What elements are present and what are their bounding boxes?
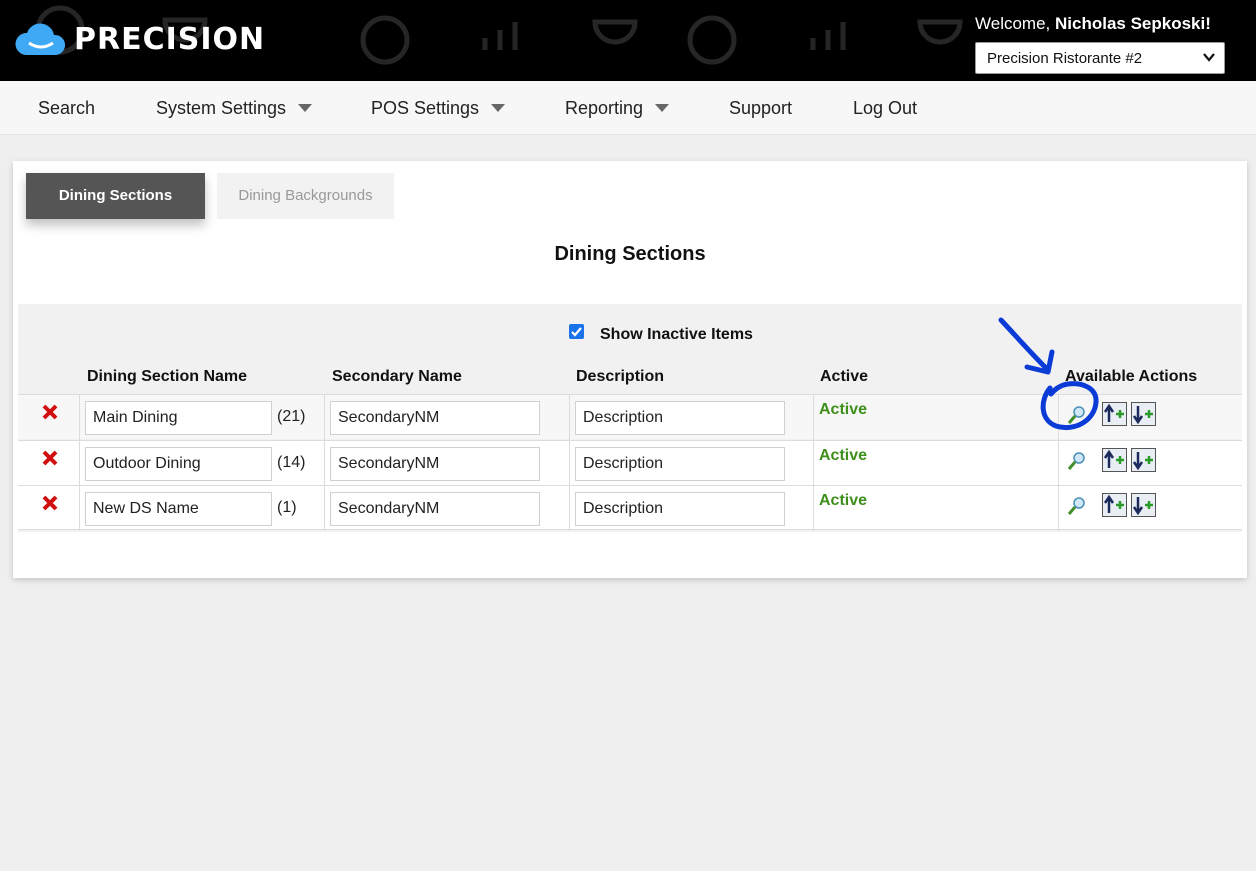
magnifier-icon[interactable]	[1067, 405, 1087, 425]
header-description: Description	[576, 368, 665, 385]
header-dining-section-name: Dining Section Name	[87, 368, 248, 385]
nav-reporting[interactable]: Reporting	[565, 81, 670, 135]
table-row: Main Dining (21) SecondaryNM Description…	[18, 394, 1242, 440]
page-title: Dining Sections	[554, 243, 706, 265]
dining-sections-table: Show Inactive Items Dining Section Name …	[18, 304, 1242, 532]
secondary-name-input[interactable]: SecondaryNM	[330, 401, 540, 435]
caret-down-icon	[298, 104, 313, 113]
move-down-icon[interactable]	[1131, 493, 1156, 517]
column-divider	[324, 486, 325, 531]
main-nav: Search System Settings POS Settings Repo…	[0, 81, 1256, 135]
welcome-prefix: Welcome,	[975, 14, 1055, 33]
section-name-input[interactable]: Main Dining	[85, 401, 272, 435]
column-divider	[569, 395, 570, 440]
tab-dining-sections[interactable]: Dining Sections	[26, 173, 205, 219]
chevron-down-icon	[1203, 53, 1215, 62]
nav-pos-settings-label: POS Settings	[371, 98, 480, 118]
column-divider	[79, 441, 80, 486]
magnifier-icon[interactable]	[1067, 451, 1087, 471]
column-divider	[79, 395, 80, 440]
nav-support-label: Support	[729, 98, 793, 118]
store-select[interactable]: Precision Ristorante #2	[975, 42, 1225, 74]
caret-down-icon	[491, 104, 506, 113]
nav-search-label: Search	[38, 98, 96, 118]
top-header: PRECISION Welcome, Nicholas Sepkoski! Pr…	[0, 0, 1256, 81]
section-name-input[interactable]: New DS Name	[85, 492, 272, 526]
nav-system-settings[interactable]: System Settings	[156, 81, 313, 135]
move-down-icon[interactable]	[1131, 402, 1156, 426]
user-name: Nicholas Sepkoski!	[1055, 14, 1211, 33]
caret-down-icon	[655, 104, 670, 113]
table-count: (14)	[277, 454, 306, 471]
table-header-area: Show Inactive Items Dining Section Name …	[18, 304, 1242, 394]
nav-system-settings-label: System Settings	[156, 98, 287, 118]
move-up-icon[interactable]	[1102, 493, 1127, 517]
welcome-message: Welcome, Nicholas Sepkoski!	[975, 14, 1211, 34]
cloud-logo-icon	[15, 23, 66, 55]
column-divider	[79, 486, 80, 531]
tab-dining-backgrounds[interactable]: Dining Backgrounds	[217, 173, 394, 219]
nav-pos-settings[interactable]: POS Settings	[371, 81, 506, 135]
precision-logo[interactable]: PRECISION	[14, 22, 265, 57]
secondary-name-input[interactable]: SecondaryNM	[330, 447, 540, 481]
table-count: (1)	[277, 499, 297, 516]
status-active[interactable]: Active	[819, 401, 867, 419]
move-down-icon[interactable]	[1131, 448, 1156, 472]
description-input[interactable]: Description	[575, 401, 785, 435]
column-divider	[813, 486, 814, 531]
nav-search[interactable]: Search	[38, 81, 95, 135]
delete-x-icon[interactable]	[42, 450, 58, 466]
move-up-icon[interactable]	[1102, 402, 1127, 426]
column-divider	[324, 395, 325, 440]
magnifier-icon[interactable]	[1067, 496, 1087, 516]
column-divider	[813, 395, 814, 440]
column-divider	[1058, 441, 1059, 486]
delete-x-icon[interactable]	[42, 495, 58, 511]
section-name-input[interactable]: Outdoor Dining	[85, 447, 272, 481]
nav-log-out-label: Log Out	[853, 98, 918, 118]
store-select-value: Precision Ristorante #2	[987, 50, 1143, 67]
content-card: Dining Sections Dining Backgrounds Dinin…	[13, 161, 1247, 578]
status-active[interactable]: Active	[819, 447, 867, 465]
table-count: (21)	[277, 408, 306, 425]
status-active[interactable]: Active	[819, 492, 867, 510]
column-divider	[569, 441, 570, 486]
show-inactive-checkbox[interactable]	[569, 324, 584, 339]
header-secondary-name: Secondary Name	[332, 368, 462, 385]
column-divider	[1058, 486, 1059, 531]
nav-support[interactable]: Support	[729, 81, 792, 135]
move-up-icon[interactable]	[1102, 448, 1127, 472]
nav-log-out[interactable]: Log Out	[853, 81, 917, 135]
column-divider	[569, 486, 570, 531]
secondary-name-input[interactable]: SecondaryNM	[330, 492, 540, 526]
column-divider	[813, 441, 814, 486]
table-row: New DS Name (1) SecondaryNM Description …	[18, 485, 1242, 531]
header-active: Active	[820, 368, 869, 385]
description-input[interactable]: Description	[575, 492, 785, 526]
logo-text: PRECISION	[74, 22, 266, 57]
column-divider	[324, 441, 325, 486]
description-input[interactable]: Description	[575, 447, 785, 481]
delete-x-icon[interactable]	[42, 404, 58, 420]
show-inactive-label: Show Inactive Items	[600, 326, 753, 343]
column-divider	[1058, 395, 1059, 440]
header-available-actions: Available Actions	[1065, 368, 1198, 385]
table-row: Outdoor Dining (14) SecondaryNM Descript…	[18, 440, 1242, 486]
check-icon	[571, 327, 582, 337]
nav-reporting-label: Reporting	[565, 98, 644, 118]
